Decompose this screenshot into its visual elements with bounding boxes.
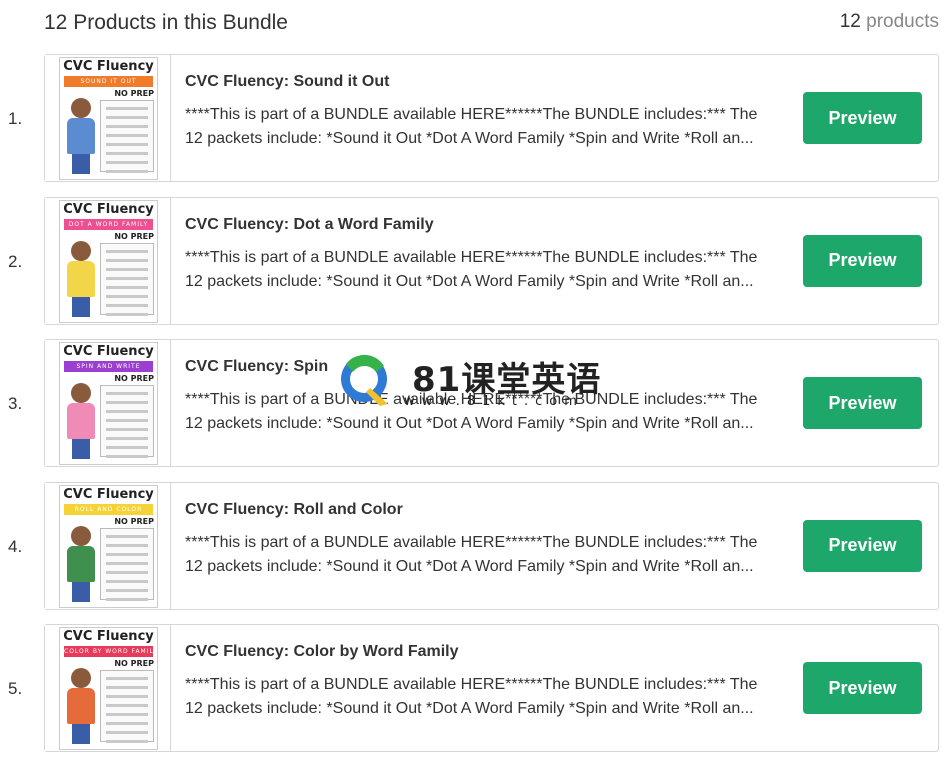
product-row: 1. CVC Fluency SOUND IT OUT NO PREP CVC … bbox=[0, 54, 951, 197]
kid-illustration bbox=[63, 383, 99, 461]
q-logo-icon bbox=[341, 354, 388, 406]
product-number: 5. bbox=[8, 679, 23, 698]
worksheet-preview bbox=[100, 100, 154, 173]
preview-button[interactable]: Preview bbox=[803, 519, 922, 572]
product-title[interactable]: CVC Fluency: Dot a Word Family bbox=[185, 216, 434, 234]
thumbnail-noprep: NO PREP bbox=[114, 516, 154, 526]
thumbnail-cover: CVC Fluency DOT A WORD FAMILY NO PREP bbox=[59, 199, 158, 323]
product-title[interactable]: CVC Fluency: Color by Word Family bbox=[185, 643, 459, 661]
product-number: 2. bbox=[8, 251, 23, 271]
product-number: 4. bbox=[8, 536, 23, 556]
thumbnail-band: COLOR BY WORD FAMILY bbox=[64, 646, 153, 657]
product-title[interactable]: CVC Fluency: Sound it Out bbox=[185, 73, 389, 91]
thumbnail-band-text: SPIN AND WRITE bbox=[76, 363, 141, 370]
product-thumbnail[interactable]: CVC Fluency COLOR BY WORD FAMILY NO PREP bbox=[45, 625, 171, 751]
product-count: 12 products bbox=[840, 11, 939, 33]
product-description-line2: 12 packets include: *Sound it Out *Dot A… bbox=[185, 700, 754, 717]
product-card[interactable]: CVC Fluency SOUND IT OUT NO PREP CVC Flu… bbox=[44, 54, 939, 182]
product-description: ****This is part of a BUNDLE available H… bbox=[185, 103, 785, 151]
worksheet-preview bbox=[100, 527, 154, 601]
product-number: 3. bbox=[8, 394, 23, 413]
thumbnail-band: DOT A WORD FAMILY bbox=[64, 218, 153, 230]
thumbnail-band: ROLL AND COLOR bbox=[64, 503, 153, 515]
product-card[interactable]: CVC Fluency ROLL AND COLOR NO PREP CVC F… bbox=[44, 481, 939, 610]
preview-button[interactable]: Preview bbox=[803, 662, 922, 714]
product-description: ****This is part of a BUNDLE available H… bbox=[185, 673, 785, 721]
preview-button[interactable]: Preview bbox=[803, 377, 922, 429]
product-thumbnail[interactable]: CVC Fluency SPIN AND WRITE NO PREP bbox=[45, 340, 171, 466]
thumbnail-noprep: NO PREP bbox=[114, 231, 154, 241]
thumbnail-band: SPIN AND WRITE bbox=[64, 361, 153, 372]
bundle-title: 12 Products in this Bundle bbox=[44, 11, 288, 34]
kid-illustration bbox=[63, 525, 99, 604]
thumbnail-cover: CVC Fluency SPIN AND WRITE NO PREP bbox=[59, 342, 158, 465]
thumbnail-band: SOUND IT OUT bbox=[64, 76, 153, 87]
product-thumbnail[interactable]: CVC Fluency ROLL AND COLOR NO PREP bbox=[45, 482, 171, 609]
product-description-line1: ****This is part of a BUNDLE available H… bbox=[185, 676, 758, 693]
thumbnail-cover: CVC Fluency COLOR BY WORD FAMILY NO PREP bbox=[59, 627, 158, 750]
product-description-line1: ****This is part of a BUNDLE available H… bbox=[185, 533, 758, 551]
product-description-line2: 12 packets include: *Sound it Out *Dot A… bbox=[185, 272, 754, 290]
thumbnail-cover: CVC Fluency ROLL AND COLOR NO PREP bbox=[59, 484, 158, 608]
worksheet-preview bbox=[100, 670, 154, 743]
watermark-url: www.81kt.com bbox=[404, 394, 584, 409]
watermark: 81课堂英语 www.81kt.com bbox=[332, 352, 612, 412]
kid-illustration bbox=[63, 240, 99, 319]
product-description-line2: 12 packets include: *Sound it Out *Dot A… bbox=[185, 557, 754, 575]
preview-button[interactable]: Preview bbox=[803, 234, 922, 287]
thumbnail-title: CVC Fluency bbox=[63, 486, 154, 502]
thumbnail-cover: CVC Fluency SOUND IT OUT NO PREP bbox=[59, 57, 158, 180]
preview-button[interactable]: Preview bbox=[803, 92, 922, 144]
product-count-label: products bbox=[866, 11, 939, 32]
product-row: 4. CVC Fluency ROLL AND COLOR NO PREP CV… bbox=[0, 481, 951, 625]
thumbnail-band-text: SOUND IT OUT bbox=[80, 78, 137, 85]
product-description-line2: 12 packets include: *Sound it Out *Dot A… bbox=[185, 130, 754, 147]
product-thumbnail[interactable]: CVC Fluency SOUND IT OUT NO PREP bbox=[45, 55, 171, 181]
thumbnail-band-text: DOT A WORD FAMILY bbox=[68, 220, 149, 228]
product-description-line1: ****This is part of a BUNDLE available H… bbox=[185, 248, 758, 266]
thumbnail-noprep: NO PREP bbox=[114, 374, 154, 383]
product-count-number: 12 bbox=[839, 11, 861, 32]
product-title[interactable]: CVC Fluency: Roll and Color bbox=[185, 501, 403, 519]
bundle-header: 12 Products in this Bundle 12 products bbox=[44, 8, 939, 38]
worksheet-preview bbox=[100, 242, 154, 316]
product-card[interactable]: CVC Fluency DOT A WORD FAMILY NO PREP CV… bbox=[44, 196, 939, 325]
product-description: ****This is part of a BUNDLE available H… bbox=[185, 531, 785, 579]
kid-illustration bbox=[63, 98, 99, 176]
product-row: 2. CVC Fluency DOT A WORD FAMILY NO PREP bbox=[0, 196, 951, 340]
thumbnail-title: CVC Fluency bbox=[63, 629, 154, 644]
thumbnail-title: CVC Fluency bbox=[63, 201, 154, 217]
product-number: 1. bbox=[8, 109, 23, 128]
thumbnail-noprep: NO PREP bbox=[114, 659, 154, 668]
thumbnail-title: CVC Fluency bbox=[63, 59, 154, 74]
kid-illustration bbox=[63, 668, 99, 746]
thumbnail-title: CVC Fluency bbox=[63, 344, 154, 359]
thumbnail-band-text: ROLL AND COLOR bbox=[74, 505, 143, 513]
product-description-line2: 12 packets include: *Sound it Out *Dot A… bbox=[185, 415, 754, 432]
thumbnail-noprep: NO PREP bbox=[114, 89, 154, 98]
product-row: 5. CVC Fluency COLOR BY WORD FAMILY NO P… bbox=[0, 624, 951, 767]
product-card[interactable]: CVC Fluency COLOR BY WORD FAMILY NO PREP bbox=[44, 624, 939, 752]
product-description: ****This is part of a BUNDLE available H… bbox=[185, 246, 785, 294]
product-title[interactable]: CVC Fluency: Spin bbox=[185, 358, 328, 376]
worksheet-preview bbox=[100, 385, 154, 458]
product-thumbnail[interactable]: CVC Fluency DOT A WORD FAMILY NO PREP bbox=[45, 197, 171, 324]
product-description-line1: ****This is part of a BUNDLE available H… bbox=[185, 106, 758, 123]
thumbnail-band-text: COLOR BY WORD FAMILY bbox=[64, 648, 153, 655]
